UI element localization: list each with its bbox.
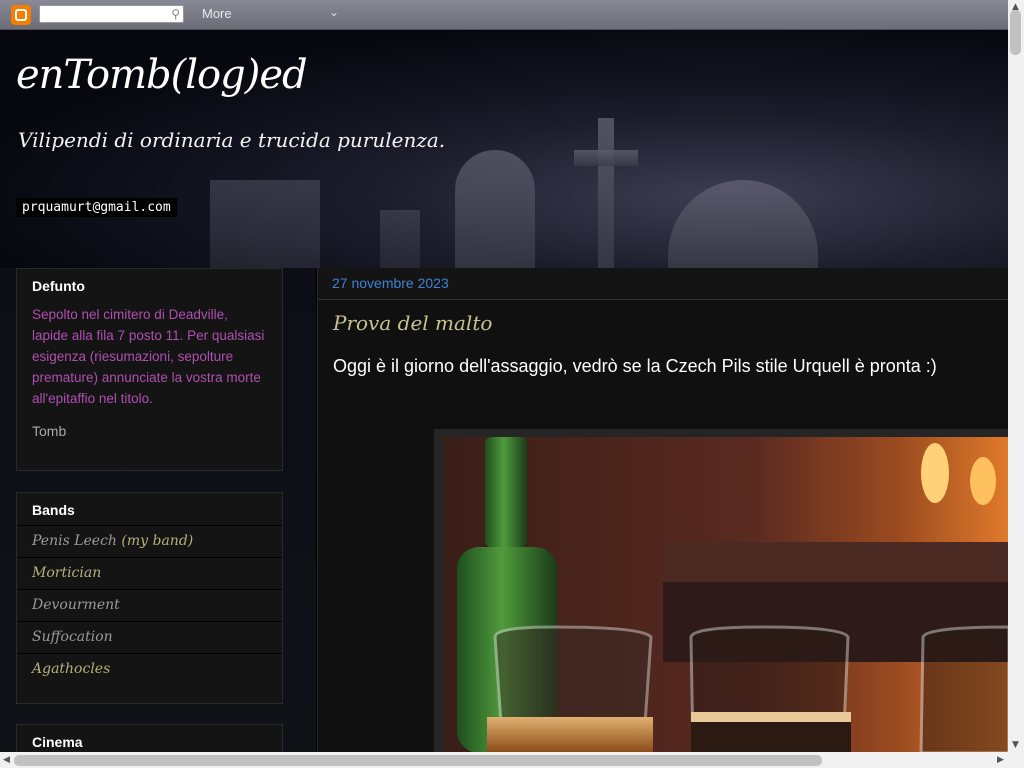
widget-bands: Bands Penis Leech (my band) Mortician De… [16,492,283,704]
search-input[interactable]: ⚲ [39,5,184,23]
blogger-logo-icon[interactable] [11,5,31,25]
band-link-agathocles[interactable]: Agathocles [17,653,282,685]
profile-text: Sepolto nel cimitero di Deadville, lapid… [32,307,265,406]
profile-signature: Tomb [32,423,67,439]
blog-header: enTomb(log)ed Vilipendi di ordinaria e t… [0,30,1008,268]
scroll-right-icon[interactable]: ▶ [997,755,1004,765]
band-note: (my band) [121,533,194,549]
band-name[interactable]: Penis Leech [32,533,117,549]
scroll-down-icon[interactable]: ▼ [1012,740,1019,750]
widget-title: Cinema [32,734,83,750]
main-content: 27 novembre 2023 Prova del malto Oggi è … [317,268,1009,753]
band-link-penis-leech[interactable]: Penis Leech (my band) [17,525,282,557]
chevron-down-icon[interactable]: ⌄ [329,5,339,19]
post-body: Oggi è il giorno dell'assaggio, vedrò se… [333,356,937,376]
blog-description: Vilipendi di ordinaria e trucida purulen… [18,128,446,152]
post-date: 27 novembre 2023 [318,268,1009,300]
band-link-suffocation[interactable]: Suffocation [17,621,282,653]
widget-title: Bands [32,502,75,518]
vertical-scroll-thumb[interactable] [1010,10,1021,55]
scroll-left-icon[interactable]: ◀ [3,755,10,765]
widget-defunto: Defunto Sepolto nel cimitero di Deadvill… [16,268,283,471]
band-link-mortician[interactable]: Mortician [17,557,282,589]
post-title[interactable]: Prova del malto [333,311,492,335]
band-link-devourment[interactable]: Devourment [17,589,282,621]
post-image[interactable] [434,429,1009,753]
contact-email: prquamurt@gmail.com [16,198,177,217]
blog-title[interactable]: enTomb(log)ed [16,52,308,98]
search-icon[interactable]: ⚲ [171,7,180,21]
blogger-navbar: ⚲ More ⌄ [0,0,1008,30]
horizontal-scroll-thumb[interactable] [14,755,822,766]
vertical-scrollbar[interactable] [1008,0,1024,752]
widget-title: Defunto [32,278,85,294]
more-menu[interactable]: More [202,6,232,21]
